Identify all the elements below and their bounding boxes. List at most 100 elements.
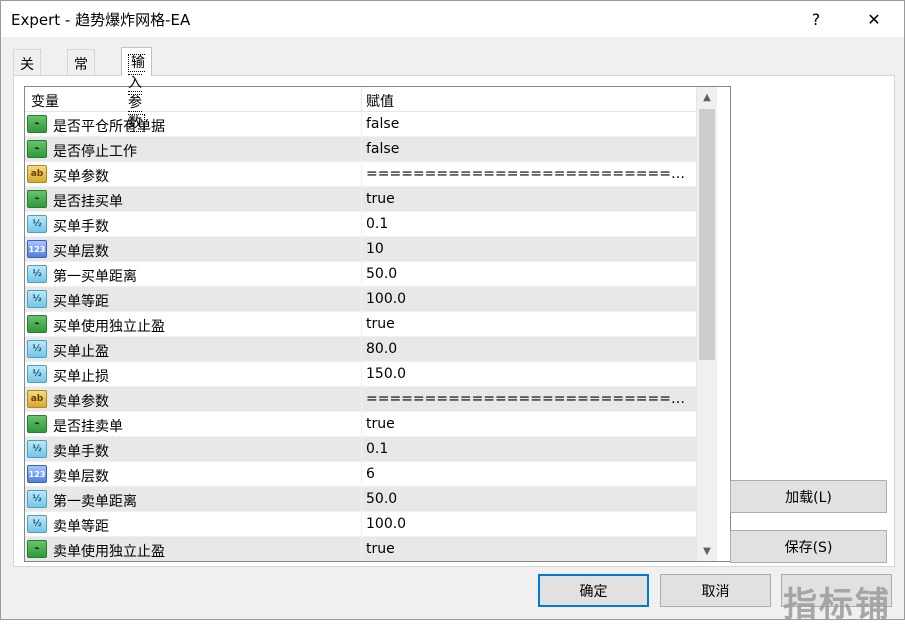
parameter-value[interactable]: true bbox=[366, 316, 692, 332]
parameter-row[interactable]: ½ 买单等距 100.0 bbox=[25, 287, 696, 312]
cell-divider bbox=[361, 537, 362, 561]
load-button[interactable]: 加载(L) bbox=[730, 480, 887, 513]
vertical-scrollbar[interactable]: ▲ ▼ bbox=[696, 87, 717, 561]
parameter-value[interactable]: false bbox=[366, 116, 692, 132]
tab-common[interactable]: 常用 bbox=[67, 49, 95, 93]
cell-divider bbox=[361, 412, 362, 437]
string-type-icon: ab bbox=[27, 390, 47, 408]
parameter-value[interactable]: 100.0 bbox=[366, 291, 692, 307]
column-header-variable[interactable]: 变量 bbox=[31, 91, 59, 111]
parameter-name: 买单使用独立止盈 bbox=[53, 319, 165, 335]
cell-divider bbox=[361, 187, 362, 212]
parameter-row[interactable]: ½ 买单止损 150.0 bbox=[25, 362, 696, 387]
tab-inputs[interactable]: 输入参数 bbox=[121, 47, 152, 132]
parameter-value[interactable]: true bbox=[366, 541, 692, 557]
cell-divider bbox=[361, 212, 362, 237]
integer-type-icon: 123 bbox=[27, 465, 47, 483]
parameter-row[interactable]: ½ 买单手数 0.1 bbox=[25, 212, 696, 237]
cancel-button[interactable]: 取消 bbox=[660, 574, 771, 607]
cell-divider bbox=[361, 312, 362, 337]
save-button[interactable]: 保存(S) bbox=[730, 530, 887, 563]
cell-divider bbox=[361, 462, 362, 487]
scroll-up-icon[interactable]: ▲ bbox=[697, 87, 717, 107]
parameter-value[interactable]: 150.0 bbox=[366, 366, 692, 382]
watermark-logo: 指标铺 bbox=[783, 585, 891, 625]
column-divider[interactable] bbox=[361, 87, 362, 112]
tab-about[interactable]: 关于 bbox=[13, 49, 41, 93]
boolean-type-icon: ⌁ bbox=[27, 315, 47, 333]
parameter-name: 卖单层数 bbox=[53, 469, 109, 485]
parameter-value[interactable]: ========================================… bbox=[366, 166, 692, 182]
cell-divider bbox=[361, 162, 362, 187]
close-button[interactable]: ✕ bbox=[849, 1, 899, 37]
parameter-name: 卖单参数 bbox=[53, 394, 109, 410]
ok-button[interactable]: 确定 bbox=[538, 574, 649, 607]
parameter-value[interactable]: true bbox=[366, 191, 692, 207]
cell-divider bbox=[361, 387, 362, 412]
parameter-row[interactable]: ⌁ 是否停止工作 false bbox=[25, 137, 696, 162]
parameter-name: 买单手数 bbox=[53, 219, 109, 235]
double-type-icon: ½ bbox=[27, 515, 47, 533]
boolean-type-icon: ⌁ bbox=[27, 190, 47, 208]
cell-divider bbox=[361, 137, 362, 162]
parameter-name: 买单止盈 bbox=[53, 344, 109, 360]
double-type-icon: ½ bbox=[27, 290, 47, 308]
parameter-row[interactable]: ⌁ 是否平仓所有单据 false bbox=[25, 112, 696, 137]
cell-divider bbox=[361, 512, 362, 537]
parameter-row[interactable]: 123 买单层数 10 bbox=[25, 237, 696, 262]
parameter-value[interactable]: false bbox=[366, 141, 692, 157]
integer-type-icon: 123 bbox=[27, 240, 47, 258]
parameter-value[interactable]: 0.1 bbox=[366, 216, 692, 232]
parameter-row[interactable]: ½ 卖单手数 0.1 bbox=[25, 437, 696, 462]
double-type-icon: ½ bbox=[27, 215, 47, 233]
boolean-type-icon: ⌁ bbox=[27, 140, 47, 158]
parameter-value[interactable]: 10 bbox=[366, 241, 692, 257]
boolean-type-icon: ⌁ bbox=[27, 540, 47, 558]
parameter-row[interactable]: ⌁ 买单使用独立止盈 true bbox=[25, 312, 696, 337]
parameter-name: 是否平仓所有单据 bbox=[53, 119, 165, 135]
parameter-value[interactable]: 100.0 bbox=[366, 516, 692, 532]
parameter-name: 买单层数 bbox=[53, 244, 109, 260]
parameter-name: 是否停止工作 bbox=[53, 144, 137, 160]
help-button[interactable]: ? bbox=[791, 1, 841, 37]
scroll-thumb[interactable] bbox=[699, 109, 715, 360]
parameter-name: 卖单等距 bbox=[53, 519, 109, 535]
parameter-name: 卖单手数 bbox=[53, 444, 109, 460]
parameter-name: 买单参数 bbox=[53, 169, 109, 185]
parameter-value[interactable]: true bbox=[366, 416, 692, 432]
parameter-row[interactable]: ab 买单参数 ==================================… bbox=[25, 162, 696, 187]
boolean-type-icon: ⌁ bbox=[27, 115, 47, 133]
parameter-row[interactable]: ½ 卖单等距 100.0 bbox=[25, 512, 696, 537]
scroll-down-icon[interactable]: ▼ bbox=[697, 541, 717, 561]
parameter-name: 第一买单距离 bbox=[53, 269, 137, 285]
window-title: Expert - 趋势爆炸网格-EA bbox=[11, 11, 191, 29]
parameter-value[interactable]: 6 bbox=[366, 466, 692, 482]
parameter-row[interactable]: ½ 买单止盈 80.0 bbox=[25, 337, 696, 362]
parameters-grid: 变量 赋值 ⌁ 是否平仓所有单据 false ⌁ 是否停止工作 false ab 买单参数 ==… bbox=[24, 86, 731, 562]
parameter-value[interactable]: 50.0 bbox=[366, 266, 692, 282]
parameter-row[interactable]: ½ 第一卖单距离 50.0 bbox=[25, 487, 696, 512]
column-header-value[interactable]: 赋值 bbox=[366, 91, 394, 111]
cell-divider bbox=[361, 262, 362, 287]
grid-rows: ⌁ 是否平仓所有单据 false ⌁ 是否停止工作 false ab 买单参数 ========… bbox=[25, 112, 696, 561]
double-type-icon: ½ bbox=[27, 365, 47, 383]
parameter-name: 卖单使用独立止盈 bbox=[53, 544, 165, 560]
double-type-icon: ½ bbox=[27, 265, 47, 283]
double-type-icon: ½ bbox=[27, 440, 47, 458]
parameter-name: 买单止损 bbox=[53, 369, 109, 385]
parameter-value[interactable]: 0.1 bbox=[366, 441, 692, 457]
double-type-icon: ½ bbox=[27, 490, 47, 508]
parameter-name: 买单等距 bbox=[53, 294, 109, 310]
parameter-row[interactable]: 123 卖单层数 6 bbox=[25, 462, 696, 487]
cell-divider bbox=[361, 237, 362, 262]
parameter-row[interactable]: ⌁ 是否挂卖单 true bbox=[25, 412, 696, 437]
parameter-value[interactable]: ========================================… bbox=[366, 391, 692, 407]
parameter-name: 是否挂卖单 bbox=[53, 419, 123, 435]
parameter-value[interactable]: 50.0 bbox=[366, 491, 692, 507]
parameter-row[interactable]: ⌁ 是否挂买单 true bbox=[25, 187, 696, 212]
parameter-value[interactable]: 80.0 bbox=[366, 341, 692, 357]
parameter-row[interactable]: ⌁ 卖单使用独立止盈 true bbox=[25, 537, 696, 561]
parameter-row[interactable]: ab 卖单参数 ==================================… bbox=[25, 387, 696, 412]
parameter-row[interactable]: ½ 第一买单距离 50.0 bbox=[25, 262, 696, 287]
expert-dialog: Expert - 趋势爆炸网格-EA ? ✕ 关于 常用 输入参数 变量 赋值 … bbox=[0, 0, 905, 625]
